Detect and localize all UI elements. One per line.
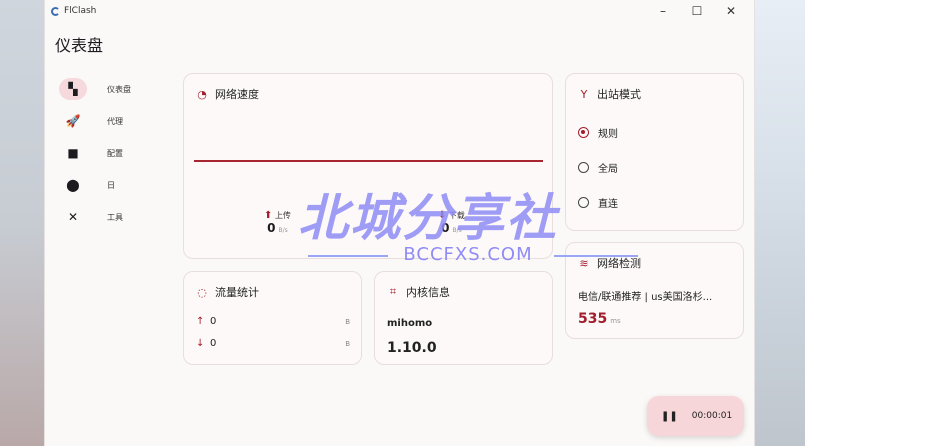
upload-speed: ⬆ 上传 0 B/s [264,210,291,235]
download-unit: B/s [452,227,462,234]
bug-icon: ⬤ [66,178,80,192]
arrow-up-icon: ↑ [196,316,205,327]
traffic-value: 0 [210,338,217,349]
tools-icon: ✕ [67,210,79,224]
card-title: 内核信息 [406,286,450,299]
core-info-card: ⌗ 内核信息 mihomo 1.10.0 [374,271,553,365]
card-title: 出站模式 [597,88,641,101]
sidebar-item-label: 工具 [107,212,123,222]
traffic-value: 0 [210,316,217,327]
upload-arrow-icon: ⬆ [264,210,273,221]
radio-icon [578,162,589,173]
download-traffic-row: ↓ 0 B [196,338,350,349]
chip-icon: ⌗ [389,285,397,298]
sidebar-item-dashboard[interactable]: ▚ 仪表盘 [57,76,137,102]
desktop-background-left [0,0,44,446]
rocket-icon: 🚀 [65,114,81,128]
window-title: FlClash [64,6,97,16]
page-title: 仪表盘 [55,36,104,55]
sidebar-item-label: 代理 [107,116,123,126]
upload-unit: B/s [278,227,288,234]
core-name: mihomo [387,318,433,329]
sidebar-item-logs[interactable]: ⬤ 日 [57,172,137,198]
desktop-background-right [755,0,805,446]
dashboard-icon: ▚ [59,78,87,100]
upload-label: 上传 [274,211,291,220]
radio-selected-icon [578,127,589,138]
circle-chart-icon: ◌ [197,285,207,299]
sidebar-item-label: 配置 [107,148,123,158]
latency-unit: ms [610,317,621,325]
download-arrow-icon: ⬇ [438,210,447,221]
latency-readout: 535 ms [578,311,621,327]
network-speed-card: ◔ 网络速度 ⬆ 上传 0 B/s ⬇ 下载 0 B/s [183,73,553,259]
core-version: 1.10.0 [387,340,437,356]
mode-option-label: 全局 [598,164,618,175]
sidebar-item-label: 日 [107,180,115,190]
traffic-stats-card: ◌ 流量统计 ↑ 0 B ↓ 0 B [183,271,362,365]
latency-value: 535 [578,311,608,327]
sidebar-item-label: 仪表盘 [107,84,131,94]
mode-option-label: 规则 [598,129,618,140]
card-title: 网络检测 [597,257,641,270]
minimize-button[interactable]: – [646,0,680,22]
speedometer-icon: ◔ [197,87,207,101]
sidebar: ▚ 仪表盘 🚀 代理 ■ 配置 ⬤ 日 ✕ 工具 [57,76,137,236]
card-title: 网络速度 [215,88,259,101]
mode-option-label: 直连 [598,199,618,210]
arrow-down-icon: ↓ [196,338,205,349]
maximize-button[interactable]: ☐ [680,0,714,22]
location-text: 电信/联通推荐 | us美国洛杉... [578,292,713,303]
folder-icon: ■ [67,146,79,160]
traffic-unit: B [345,339,350,348]
timer-button[interactable]: ❚❚ 00:00:01 [647,396,744,436]
close-button[interactable]: ✕ [714,0,748,22]
app-logo-icon [51,6,60,16]
mode-option-global[interactable]: 全局 [578,160,618,175]
sidebar-item-proxy[interactable]: 🚀 代理 [57,108,137,134]
timer-value: 00:00:01 [691,411,733,421]
app-window: FlClash – ☐ ✕ 仪表盘 ▚ 仪表盘 🚀 代理 ■ 配置 ⬤ 日 ✕ … [44,0,755,446]
download-label: 下载 [448,211,465,220]
download-speed: ⬇ 下载 0 B/s [438,210,465,235]
title-bar: FlClash – ☐ ✕ [45,0,754,22]
mode-option-rule[interactable]: 规则 [578,125,618,140]
upload-traffic-row: ↑ 0 B [196,316,350,327]
network-check-card[interactable]: ≋ 网络检测 电信/联通推荐 | us美国洛杉... 535 ms [565,242,744,339]
wifi-icon: ≋ [579,256,589,270]
pause-icon: ❚❚ [661,410,678,422]
download-value: 0 [441,221,450,235]
sidebar-item-profiles[interactable]: ■ 配置 [57,140,137,166]
blank-area [805,0,948,446]
radio-icon [578,197,589,208]
fork-icon: Y [580,87,588,101]
outbound-mode-card: Y 出站模式 规则 全局 直连 [565,73,744,231]
traffic-unit: B [345,317,350,326]
card-title: 流量统计 [215,286,259,299]
upload-value: 0 [267,221,276,235]
sidebar-item-tools[interactable]: ✕ 工具 [57,204,137,230]
mode-option-direct[interactable]: 直连 [578,195,618,210]
speed-graph-line [194,160,543,162]
